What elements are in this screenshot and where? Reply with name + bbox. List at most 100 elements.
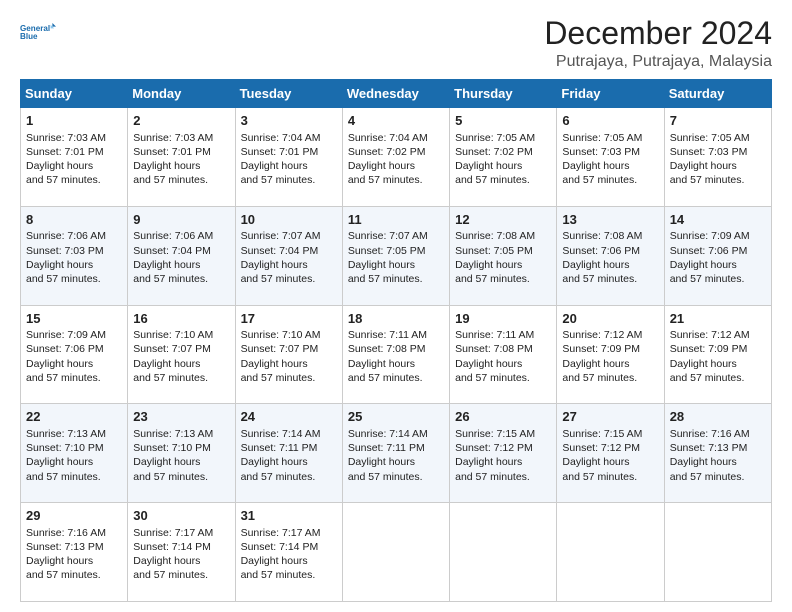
day-number: 23 xyxy=(133,408,229,426)
daylight-label: Daylight hours xyxy=(133,160,200,172)
sunset-label: Sunset: 7:07 PM xyxy=(133,343,211,355)
sunrise-label: Sunrise: 7:14 AM xyxy=(348,428,428,440)
sunrise-label: Sunrise: 7:12 AM xyxy=(562,329,642,341)
sunrise-label: Sunrise: 7:08 AM xyxy=(455,230,535,242)
sunrise-label: Sunrise: 7:09 AM xyxy=(26,329,106,341)
calendar-cell: 31 Sunrise: 7:17 AM Sunset: 7:14 PM Dayl… xyxy=(235,503,342,602)
calendar-cell: 15 Sunrise: 7:09 AM Sunset: 7:06 PM Dayl… xyxy=(21,305,128,404)
calendar-cell: 2 Sunrise: 7:03 AM Sunset: 7:01 PM Dayli… xyxy=(128,108,235,207)
daylight-duration: and 57 minutes. xyxy=(133,569,208,581)
calendar-cell: 7 Sunrise: 7:05 AM Sunset: 7:03 PM Dayli… xyxy=(664,108,771,207)
daylight-duration: and 57 minutes. xyxy=(241,471,316,483)
daylight-duration: and 57 minutes. xyxy=(26,569,101,581)
daylight-duration: and 57 minutes. xyxy=(670,174,745,186)
calendar-cell: 20 Sunrise: 7:12 AM Sunset: 7:09 PM Dayl… xyxy=(557,305,664,404)
sunset-label: Sunset: 7:11 PM xyxy=(241,442,318,454)
sunrise-label: Sunrise: 7:07 AM xyxy=(241,230,321,242)
daylight-label: Daylight hours xyxy=(455,160,522,172)
sunset-label: Sunset: 7:08 PM xyxy=(348,343,426,355)
sunrise-label: Sunrise: 7:05 AM xyxy=(455,132,535,144)
weekday-header: Monday xyxy=(128,80,235,108)
day-number: 15 xyxy=(26,310,122,328)
daylight-duration: and 57 minutes. xyxy=(455,471,530,483)
daylight-label: Daylight hours xyxy=(455,259,522,271)
sunset-label: Sunset: 7:13 PM xyxy=(26,541,104,553)
calendar-cell: 22 Sunrise: 7:13 AM Sunset: 7:10 PM Dayl… xyxy=(21,404,128,503)
logo-svg: General Blue xyxy=(20,16,56,48)
calendar-cell: 16 Sunrise: 7:10 AM Sunset: 7:07 PM Dayl… xyxy=(128,305,235,404)
daylight-label: Daylight hours xyxy=(562,160,629,172)
sunrise-label: Sunrise: 7:06 AM xyxy=(26,230,106,242)
calendar-cell: 6 Sunrise: 7:05 AM Sunset: 7:03 PM Dayli… xyxy=(557,108,664,207)
calendar-cell: 13 Sunrise: 7:08 AM Sunset: 7:06 PM Dayl… xyxy=(557,206,664,305)
sunrise-label: Sunrise: 7:05 AM xyxy=(670,132,750,144)
sunset-label: Sunset: 7:01 PM xyxy=(241,146,319,158)
daylight-duration: and 57 minutes. xyxy=(670,471,745,483)
location: Putrajaya, Putrajaya, Malaysia xyxy=(544,53,772,71)
weekday-header: Saturday xyxy=(664,80,771,108)
sunrise-label: Sunrise: 7:10 AM xyxy=(241,329,321,341)
daylight-duration: and 57 minutes. xyxy=(26,372,101,384)
sunset-label: Sunset: 7:05 PM xyxy=(348,245,426,257)
sunset-label: Sunset: 7:04 PM xyxy=(241,245,319,257)
calendar-cell: 9 Sunrise: 7:06 AM Sunset: 7:04 PM Dayli… xyxy=(128,206,235,305)
svg-text:General: General xyxy=(20,24,50,33)
calendar-cell: 8 Sunrise: 7:06 AM Sunset: 7:03 PM Dayli… xyxy=(21,206,128,305)
day-number: 26 xyxy=(455,408,551,426)
sunset-label: Sunset: 7:06 PM xyxy=(562,245,640,257)
daylight-duration: and 57 minutes. xyxy=(241,569,316,581)
daylight-label: Daylight hours xyxy=(241,555,308,567)
calendar-week-row: 22 Sunrise: 7:13 AM Sunset: 7:10 PM Dayl… xyxy=(21,404,772,503)
weekday-header: Friday xyxy=(557,80,664,108)
weekday-header-row: SundayMondayTuesdayWednesdayThursdayFrid… xyxy=(21,80,772,108)
daylight-label: Daylight hours xyxy=(562,358,629,370)
weekday-header: Sunday xyxy=(21,80,128,108)
daylight-label: Daylight hours xyxy=(670,456,737,468)
sunset-label: Sunset: 7:03 PM xyxy=(562,146,640,158)
weekday-header: Thursday xyxy=(450,80,557,108)
day-number: 11 xyxy=(348,211,444,229)
sunset-label: Sunset: 7:10 PM xyxy=(26,442,104,454)
sunrise-label: Sunrise: 7:14 AM xyxy=(241,428,321,440)
day-number: 5 xyxy=(455,112,551,130)
daylight-label: Daylight hours xyxy=(670,259,737,271)
daylight-duration: and 57 minutes. xyxy=(562,372,637,384)
day-number: 24 xyxy=(241,408,337,426)
sunset-label: Sunset: 7:05 PM xyxy=(455,245,533,257)
sunset-label: Sunset: 7:11 PM xyxy=(348,442,425,454)
day-number: 30 xyxy=(133,507,229,525)
daylight-label: Daylight hours xyxy=(26,456,93,468)
day-number: 2 xyxy=(133,112,229,130)
sunset-label: Sunset: 7:13 PM xyxy=(670,442,748,454)
sunset-label: Sunset: 7:14 PM xyxy=(133,541,211,553)
sunset-label: Sunset: 7:12 PM xyxy=(455,442,533,454)
calendar-cell: 14 Sunrise: 7:09 AM Sunset: 7:06 PM Dayl… xyxy=(664,206,771,305)
calendar-cell: 1 Sunrise: 7:03 AM Sunset: 7:01 PM Dayli… xyxy=(21,108,128,207)
day-number: 6 xyxy=(562,112,658,130)
sunset-label: Sunset: 7:01 PM xyxy=(26,146,104,158)
daylight-label: Daylight hours xyxy=(241,160,308,172)
day-number: 3 xyxy=(241,112,337,130)
daylight-duration: and 57 minutes. xyxy=(562,174,637,186)
calendar-cell xyxy=(342,503,449,602)
month-title: December 2024 xyxy=(544,16,772,51)
daylight-duration: and 57 minutes. xyxy=(241,273,316,285)
calendar-week-row: 15 Sunrise: 7:09 AM Sunset: 7:06 PM Dayl… xyxy=(21,305,772,404)
title-block: December 2024 Putrajaya, Putrajaya, Mala… xyxy=(544,16,772,71)
daylight-duration: and 57 minutes. xyxy=(455,273,530,285)
calendar-cell: 26 Sunrise: 7:15 AM Sunset: 7:12 PM Dayl… xyxy=(450,404,557,503)
daylight-duration: and 57 minutes. xyxy=(455,174,530,186)
sunrise-label: Sunrise: 7:16 AM xyxy=(670,428,750,440)
weekday-header: Tuesday xyxy=(235,80,342,108)
day-number: 21 xyxy=(670,310,766,328)
daylight-duration: and 57 minutes. xyxy=(562,273,637,285)
calendar-cell: 5 Sunrise: 7:05 AM Sunset: 7:02 PM Dayli… xyxy=(450,108,557,207)
day-number: 17 xyxy=(241,310,337,328)
day-number: 7 xyxy=(670,112,766,130)
sunset-label: Sunset: 7:03 PM xyxy=(26,245,104,257)
daylight-label: Daylight hours xyxy=(133,456,200,468)
daylight-label: Daylight hours xyxy=(241,259,308,271)
sunset-label: Sunset: 7:01 PM xyxy=(133,146,211,158)
daylight-duration: and 57 minutes. xyxy=(133,273,208,285)
day-number: 20 xyxy=(562,310,658,328)
